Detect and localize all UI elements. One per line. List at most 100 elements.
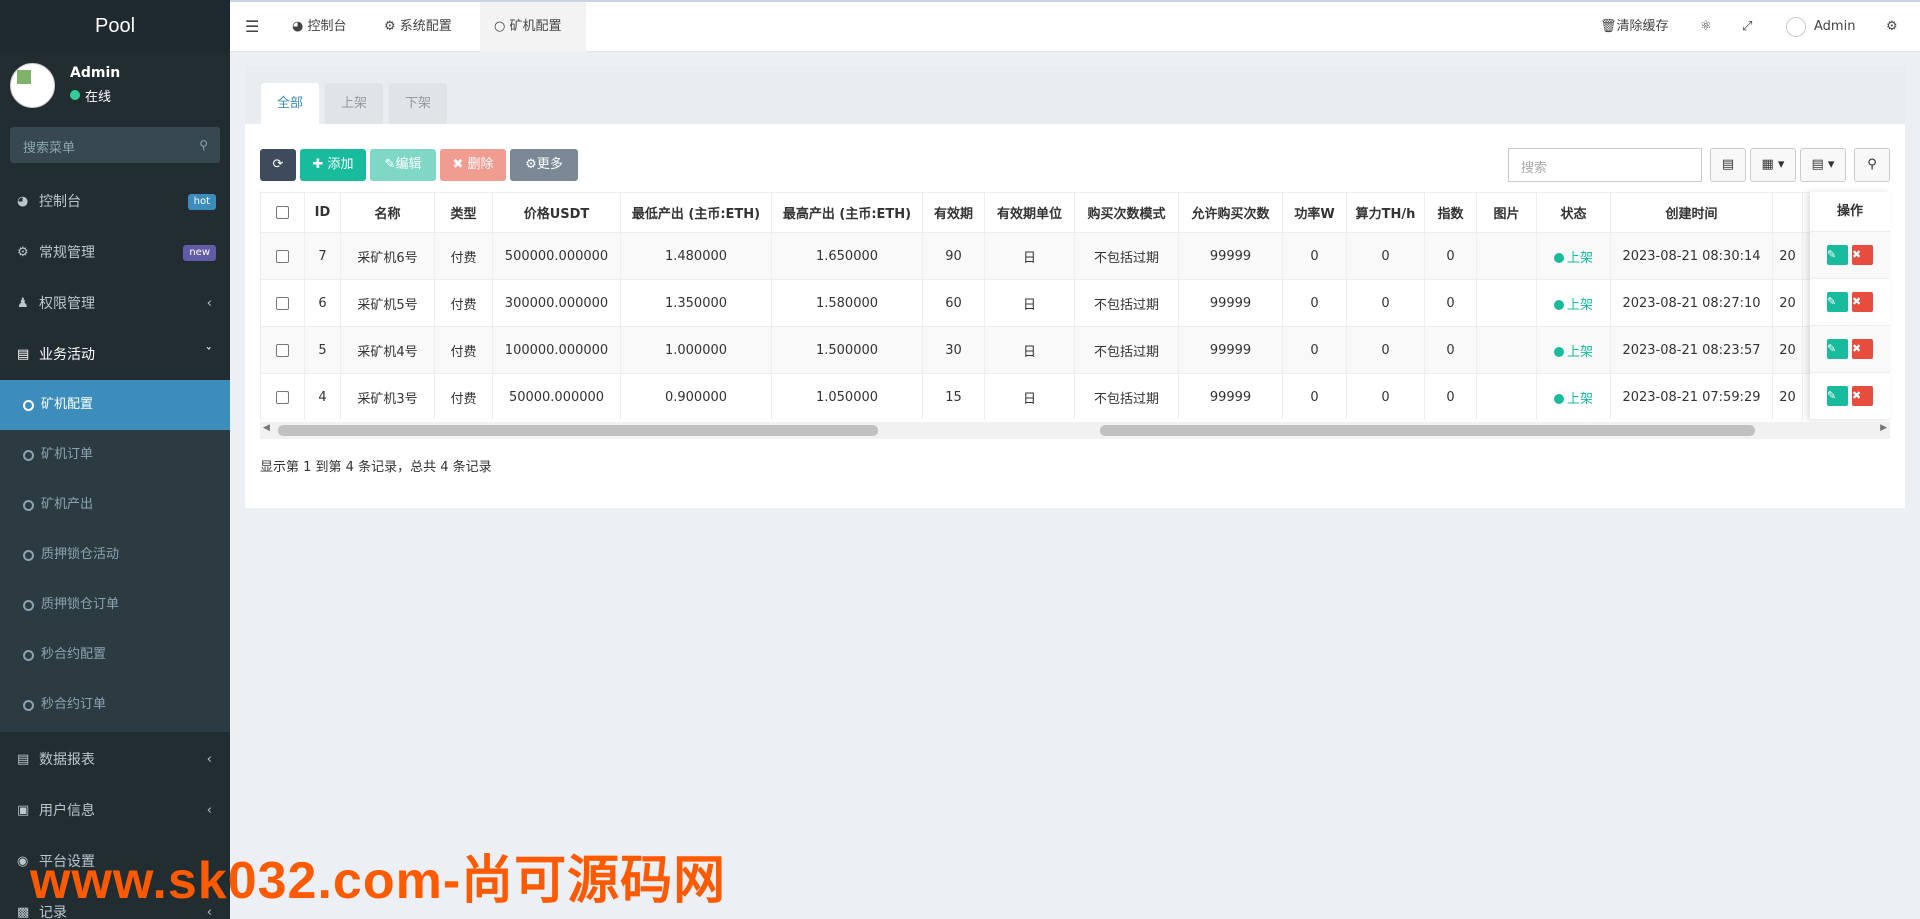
scrollbar-thumb-secondary[interactable] [1100,425,1755,436]
col-header[interactable]: 最高产出 (主币:ETH) [771,192,923,233]
table-cell: 0 [1424,326,1477,374]
sidebar-subitem-miner-config[interactable]: 矿机配置 [0,380,230,430]
fullscreen-icon[interactable]: ⤢ [1742,2,1752,52]
sidebar-subitem-staking-orders[interactable]: 质押锁仓订单 [0,580,230,630]
export-button[interactable]: ▤ ▾ [1800,148,1846,182]
filter-tab-unlisted[interactable]: 下架 [389,83,447,124]
select-all-checkbox[interactable] [260,192,305,233]
app-logo[interactable]: Pool [0,0,230,53]
col-header[interactable]: 有效期单位 [984,192,1075,233]
edit-row-button[interactable]: ✎ [1827,245,1848,265]
sidebar-subitem-contract-orders[interactable]: 秒合约订单 [0,680,230,732]
col-header[interactable]: 允许购买次数 [1178,192,1283,233]
col-header[interactable]: ID [304,192,341,233]
scroll-left-arrow-icon[interactable]: ◀ [263,423,270,433]
table-cell: 付费 [434,373,493,420]
status-cell[interactable]: 上架 [1536,232,1611,280]
col-header[interactable]: 有效期 [922,192,985,233]
sidebar-item-general[interactable]: ⚙ 常规管理 new [0,228,230,278]
chevron-down-icon: ˇ [205,347,213,362]
table-cell: 日 [984,232,1075,280]
table-cell: 0.900000 [620,373,772,420]
gear-icon: ⚙ [525,157,537,172]
filter-tab-listed[interactable]: 上架 [325,83,383,124]
col-header[interactable]: 图片 [1476,192,1537,233]
col-header[interactable]: 指数 [1424,192,1477,233]
sidebar-item-reports[interactable]: ▤ 数据报表 ‹ [0,735,230,785]
table-cell: 50000.000000 [492,373,621,420]
sidebar-subitem-staking-activity[interactable]: 质押锁仓活动 [0,530,230,580]
delete-button[interactable]: ✖ 删除 [440,149,506,181]
grid-icon: ▦ ▾ [1761,157,1785,172]
edit-row-button[interactable]: ✎ [1827,339,1848,359]
settings-gear-icon[interactable]: ⚙ [1886,2,1898,52]
col-header[interactable]: 类型 [434,192,493,233]
tab-dashboard[interactable]: ◕ 控制台 [280,2,359,52]
table-cell: 采矿机6号 [340,232,435,280]
circle-icon [23,600,34,611]
status-cell[interactable]: 上架 [1536,279,1611,327]
edit-row-button[interactable]: ✎ [1827,292,1848,312]
trash-icon: ✖ [452,157,468,172]
row-actions: ✎ ✖ [1810,232,1890,279]
advanced-search-button[interactable]: ⚲ [1854,148,1890,182]
col-header[interactable]: 算力TH/h [1346,192,1425,233]
sidebar-item-permissions[interactable]: ♟ 权限管理 ‹ [0,279,230,329]
hamburger-menu-icon[interactable]: ☰ [245,2,259,52]
row-checkbox[interactable] [260,279,305,327]
delete-row-button[interactable]: ✖ [1852,245,1873,265]
sidebar-subitem-contract-config[interactable]: 秒合约配置 [0,630,230,680]
sidebar-item-dashboard[interactable]: ◕ 控制台 hot [0,177,230,227]
tab-miner-config[interactable]: ○ 矿机配置 [480,2,586,52]
col-header[interactable]: 购买次数模式 [1074,192,1179,233]
edit-row-button[interactable]: ✎ [1827,386,1848,406]
avatar [10,63,55,108]
translate-icon[interactable]: ⚛ [1700,2,1712,52]
columns-button[interactable]: ▦ ▾ [1750,148,1796,182]
status-cell[interactable]: 上架 [1536,326,1611,374]
col-header[interactable]: 状态 [1536,192,1611,233]
col-header[interactable]: 名称 [340,192,435,233]
row-checkbox[interactable] [260,232,305,280]
sidebar-item-user-info[interactable]: ▣ 用户信息 ‹ [0,786,230,836]
table-header-row: ID 名称 类型 价格USDT 最低产出 (主币:ETH) 最高产出 (主币:E… [260,192,1890,233]
table-cell: 4 [304,373,341,420]
table-cell: 不包括过期 [1074,232,1179,280]
actions-column: 操作 ✎ ✖ ✎ ✖ ✎ ✖ ✎ ✖ [1810,192,1890,420]
clear-cache-button[interactable]: 🗑清除缓存 [1600,2,1669,52]
scroll-right-arrow-icon[interactable]: ▶ [1880,423,1887,433]
delete-row-button[interactable]: ✖ [1852,292,1873,312]
more-button[interactable]: ⚙更多 [510,149,578,181]
row-checkbox[interactable] [260,326,305,374]
filter-tab-all[interactable]: 全部 [261,83,319,124]
col-header[interactable]: 最低产出 (主币:ETH) [620,192,772,233]
row-checkbox[interactable] [260,373,305,420]
toggle-view-button[interactable]: ▤ [1710,148,1746,182]
table-cell: 20 [1772,232,1803,280]
scrollbar-thumb[interactable] [278,425,878,436]
table-cell: 2023-08-21 08:30:14 [1610,232,1773,280]
col-header[interactable]: 创建时间 [1610,192,1773,233]
col-header[interactable]: 价格USDT [492,192,621,233]
col-header[interactable]: 功率W [1282,192,1347,233]
tab-system-config[interactable]: ⚙ 系统配置 [372,2,464,52]
chevron-left-icon: ‹ [206,296,212,311]
sidebar-subitem-miner-orders[interactable]: 矿机订单 [0,430,230,480]
menu-search-input[interactable]: 搜索菜单 ⚲ [10,127,220,163]
edit-button[interactable]: ✎编辑 [370,149,436,181]
table-cell: 1.650000 [771,232,923,280]
add-button[interactable]: ✚ 添加 [300,149,366,181]
delete-row-button[interactable]: ✖ [1852,339,1873,359]
status-cell[interactable]: 上架 [1536,373,1611,420]
horizontal-scrollbar[interactable]: ◀ ▶ [260,422,1890,439]
user-icon: ▣ [17,803,30,818]
refresh-button[interactable]: ⟳ [260,149,296,181]
file-icon: ▤ [17,752,30,767]
delete-row-button[interactable]: ✖ [1852,386,1873,406]
search-icon: ⚲ [199,138,208,152]
admin-menu[interactable]: Admin [1786,2,1855,52]
sidebar-subitem-miner-output[interactable]: 矿机产出 [0,480,230,530]
table-search-input[interactable]: 搜索 [1508,148,1702,182]
table-cell: 1.480000 [620,232,772,280]
sidebar-item-business[interactable]: ▤ 业务活动 ˇ [0,330,230,380]
